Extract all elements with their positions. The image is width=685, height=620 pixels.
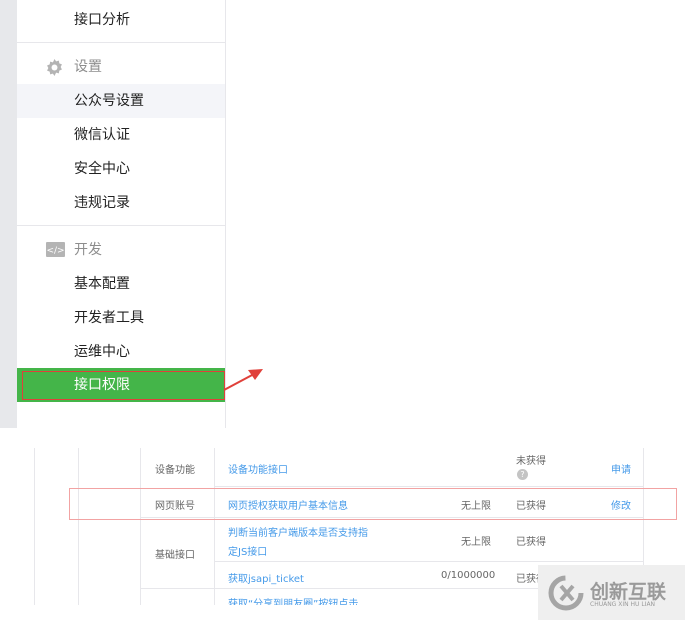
watermark: 创新互联 CHUANG XIN HU LIAN xyxy=(538,565,685,620)
sidebar-item-api-analysis[interactable]: 接口分析 xyxy=(17,3,225,37)
api-name-link[interactable]: 获取“分享到朋友圈”按钮点击 xyxy=(228,595,358,605)
red-arrow-annotation xyxy=(223,369,263,391)
left-gutter xyxy=(0,0,17,428)
highlight-box xyxy=(69,488,677,520)
api-name-link[interactable]: 获取jsapi_ticket xyxy=(228,570,304,585)
section-settings: 设置 xyxy=(17,50,225,84)
watermark-sub: CHUANG XIN HU LIAN xyxy=(590,601,656,608)
limit-cell: 0/1000000 xyxy=(441,570,496,581)
api-name-link[interactable]: 设备功能接口 xyxy=(228,461,288,476)
divider xyxy=(17,225,225,226)
svg-text:</>: </> xyxy=(46,246,64,256)
sidebar-item-api-permissions[interactable]: 接口权限 xyxy=(22,371,225,400)
section-label: 设置 xyxy=(74,59,102,75)
logo-icon xyxy=(548,575,584,611)
apply-link[interactable]: 申请 xyxy=(611,461,631,476)
sidebar-item-security-center[interactable]: 安全中心 xyxy=(17,152,225,186)
sidebar-item-basic-config[interactable]: 基本配置 xyxy=(17,267,225,301)
limit-cell: 无上限 xyxy=(461,537,491,548)
divider xyxy=(17,42,225,43)
sidebar: 接口分析 设置 公众号设置 微信认证 安全中心 违规记录 </> 开发 基本配置… xyxy=(17,0,226,428)
status-cell: 已获得 xyxy=(516,537,546,548)
sidebar-item-dev-tools[interactable]: 开发者工具 xyxy=(17,301,225,335)
category-cell: 设备功能 xyxy=(155,465,195,476)
sidebar-item-account-settings[interactable]: 公众号设置 xyxy=(17,84,225,118)
sidebar-item-wechat-verify[interactable]: 微信认证 xyxy=(17,118,225,152)
status-cell: 未获得 xyxy=(516,456,546,467)
category-cell: 基础接口 xyxy=(155,550,195,561)
sidebar-item-violation-records[interactable]: 违规记录 xyxy=(17,186,225,220)
watermark-name: 创新互联 xyxy=(590,581,667,603)
help-icon[interactable]: ? xyxy=(517,469,528,480)
gear-icon xyxy=(47,59,62,76)
api-name-link[interactable]: 判断当前客户端版本是否支持指 xyxy=(228,524,368,539)
code-icon: </> xyxy=(46,242,65,257)
section-label: 开发 xyxy=(74,242,102,258)
sidebar-item-ops-center[interactable]: 运维中心 xyxy=(17,335,225,369)
section-develop: </> 开发 xyxy=(17,233,225,267)
api-name-link-cont[interactable]: 定JS接口 xyxy=(228,543,267,558)
